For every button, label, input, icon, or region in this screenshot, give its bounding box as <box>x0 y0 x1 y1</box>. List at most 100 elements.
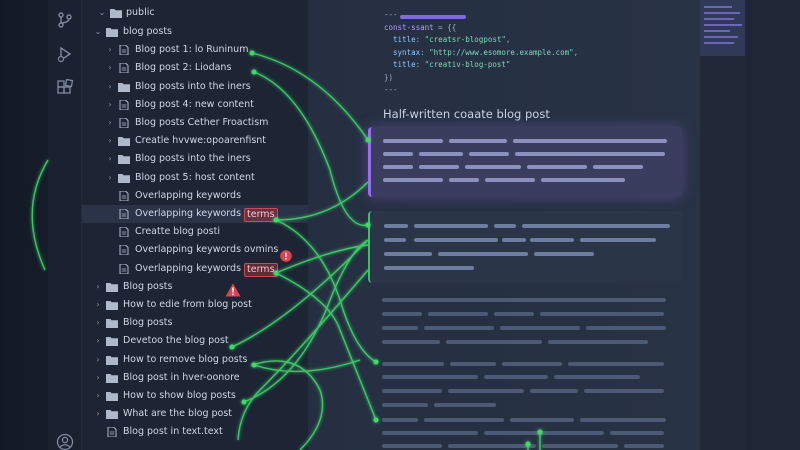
tree-folder-public[interactable]: ⌄ public <box>82 4 308 22</box>
keyword-highlight[interactable]: terms <box>244 208 278 222</box>
text-line <box>449 178 479 182</box>
text-line <box>568 362 664 366</box>
file-icon <box>118 245 130 256</box>
text-line <box>419 165 459 169</box>
text-line <box>382 312 422 316</box>
code-value-title2: "creativ-blog-post" <box>424 60 511 69</box>
file-icon <box>118 190 130 201</box>
code-close: }) <box>384 72 394 82</box>
text-line <box>382 375 478 379</box>
chevron-right-icon[interactable]: › <box>106 132 114 150</box>
text-line <box>586 326 666 330</box>
chevron-right-icon[interactable]: › <box>106 59 114 77</box>
tree-folder[interactable]: › How to edie from blog post <box>82 296 308 314</box>
chevron-down-icon[interactable]: ⌄ <box>98 4 106 22</box>
text-line <box>494 312 534 316</box>
tree-label: Blog posts into the iners <box>135 153 251 165</box>
text-line <box>382 389 442 393</box>
text-line <box>542 444 618 448</box>
chevron-right-icon[interactable]: › <box>106 114 114 132</box>
text-line <box>414 224 488 228</box>
chevron-right-icon[interactable]: › <box>94 351 102 369</box>
chevron-right-icon[interactable]: › <box>106 41 114 59</box>
chevron-right-icon[interactable]: › <box>94 405 102 423</box>
text-line <box>424 418 504 422</box>
folder-icon <box>106 336 118 347</box>
tree-label: Blog post 5: host content <box>135 171 255 183</box>
tree-folder[interactable]: › Blog posts <box>82 278 308 296</box>
chevron-right-icon[interactable]: › <box>94 332 102 350</box>
tree-folder[interactable]: ⌄ blog posts <box>82 23 308 41</box>
text-line <box>383 139 443 143</box>
minimap-line <box>704 42 734 44</box>
extensions-icon[interactable] <box>56 79 74 97</box>
tree-folder[interactable]: › Blog posts into the iners <box>82 78 308 96</box>
tree-folder[interactable]: › Creatle hvvwe:opoarenfisnt <box>82 132 308 150</box>
tree-folder[interactable]: › Blog post 5: host content <box>82 169 308 187</box>
text-line <box>527 165 587 169</box>
tree-file[interactable]: Overlapping keywords terms <box>82 260 308 278</box>
chevron-right-icon[interactable]: › <box>106 169 114 187</box>
minimap-viewport[interactable] <box>700 0 745 56</box>
text-line <box>502 362 562 366</box>
text-line <box>448 444 536 448</box>
linked-text-block[interactable] <box>368 211 682 283</box>
tree-folder[interactable]: › Blog posts into the iners <box>82 150 308 168</box>
tree-folder[interactable]: › Devetoo the blog post <box>82 332 308 350</box>
run-debug-icon[interactable] <box>56 45 74 63</box>
text-line <box>449 139 507 143</box>
tree-label: Overlapping keywords <box>135 262 242 274</box>
tree-file[interactable]: Creatte blog posti <box>82 223 308 241</box>
section-heading: Half-written coaate blog post <box>383 107 550 121</box>
text-line <box>469 152 509 156</box>
chevron-right-icon[interactable]: › <box>94 314 102 332</box>
ide-window: ⌄ public ⌄ blog posts › Blog post 1: lo Run… <box>0 0 800 450</box>
frontmatter-code-block[interactable]: --- const-ssant = {{ title: "creatsr-blo… <box>384 9 578 97</box>
tree-label: Blog post 1: lo Runinum <box>135 44 249 56</box>
tree-folder[interactable]: › How to show blog posts <box>82 387 308 405</box>
error-circle-icon[interactable] <box>280 250 292 262</box>
chevron-right-icon[interactable]: › <box>94 278 102 296</box>
chevron-right-icon[interactable]: › <box>94 296 102 314</box>
tree-folder[interactable]: › Blog post in hver-oonore <box>82 369 308 387</box>
warning-triangle-icon[interactable] <box>225 283 241 297</box>
highlighted-text-block[interactable] <box>368 127 682 197</box>
keyword-highlight[interactable]: terms <box>244 262 278 277</box>
tree-file[interactable]: Overlapping keywords <box>82 187 308 205</box>
tree-label: Overlapping keywords <box>135 208 242 219</box>
text-line <box>382 444 442 448</box>
code-fence-close: --- <box>384 85 398 94</box>
tree-file[interactable]: Overlapping keywords ovmins <box>82 241 308 259</box>
tree-label: How to remove blog posts <box>123 353 248 365</box>
tree-file[interactable]: › Blog post 2: Liodans <box>82 59 308 77</box>
tree-file[interactable]: › Blog post 1: lo Runinum <box>82 41 308 59</box>
minimap-line <box>704 18 734 20</box>
tree-label: public <box>126 7 155 18</box>
chevron-right-icon[interactable]: › <box>106 96 114 114</box>
chevron-right-icon[interactable]: › <box>106 150 114 168</box>
minimap[interactable] <box>700 0 745 450</box>
chevron-right-icon[interactable]: › <box>94 387 102 405</box>
account-icon[interactable] <box>56 433 74 450</box>
tree-file[interactable]: › Blog posts Cether Froactism <box>82 114 308 132</box>
minimap-line <box>704 36 738 38</box>
code-value-syntax: "http://www.esomore.example.com" <box>429 47 574 57</box>
git-branch-icon[interactable] <box>56 11 74 29</box>
tree-folder[interactable]: › Blog posts <box>82 314 308 332</box>
tree-folder[interactable]: › What are the blog post <box>82 405 308 423</box>
tree-label: Blog post 2: Liodans <box>135 62 232 74</box>
chevron-right-icon[interactable]: › <box>94 369 102 387</box>
code-text: = {{ <box>433 22 457 32</box>
text-line <box>541 178 625 182</box>
text-line <box>428 312 488 316</box>
tree-file[interactable]: › Blog post 4: new content <box>82 96 308 114</box>
tree-folder[interactable]: › How to remove blog posts <box>82 351 308 369</box>
text-line <box>534 252 594 256</box>
tree-label: What are the blog post <box>123 408 233 420</box>
tree-file[interactable]: Overlapping keywords terms <box>82 205 308 223</box>
tree-file[interactable]: Blog post in text.text <box>82 423 308 441</box>
chevron-down-icon[interactable]: ⌄ <box>94 23 102 41</box>
minimap-line <box>704 30 730 32</box>
chevron-right-icon[interactable]: › <box>106 78 114 96</box>
editor-pane[interactable]: --- const-ssant = {{ title: "creatsr-blo… <box>308 0 700 450</box>
